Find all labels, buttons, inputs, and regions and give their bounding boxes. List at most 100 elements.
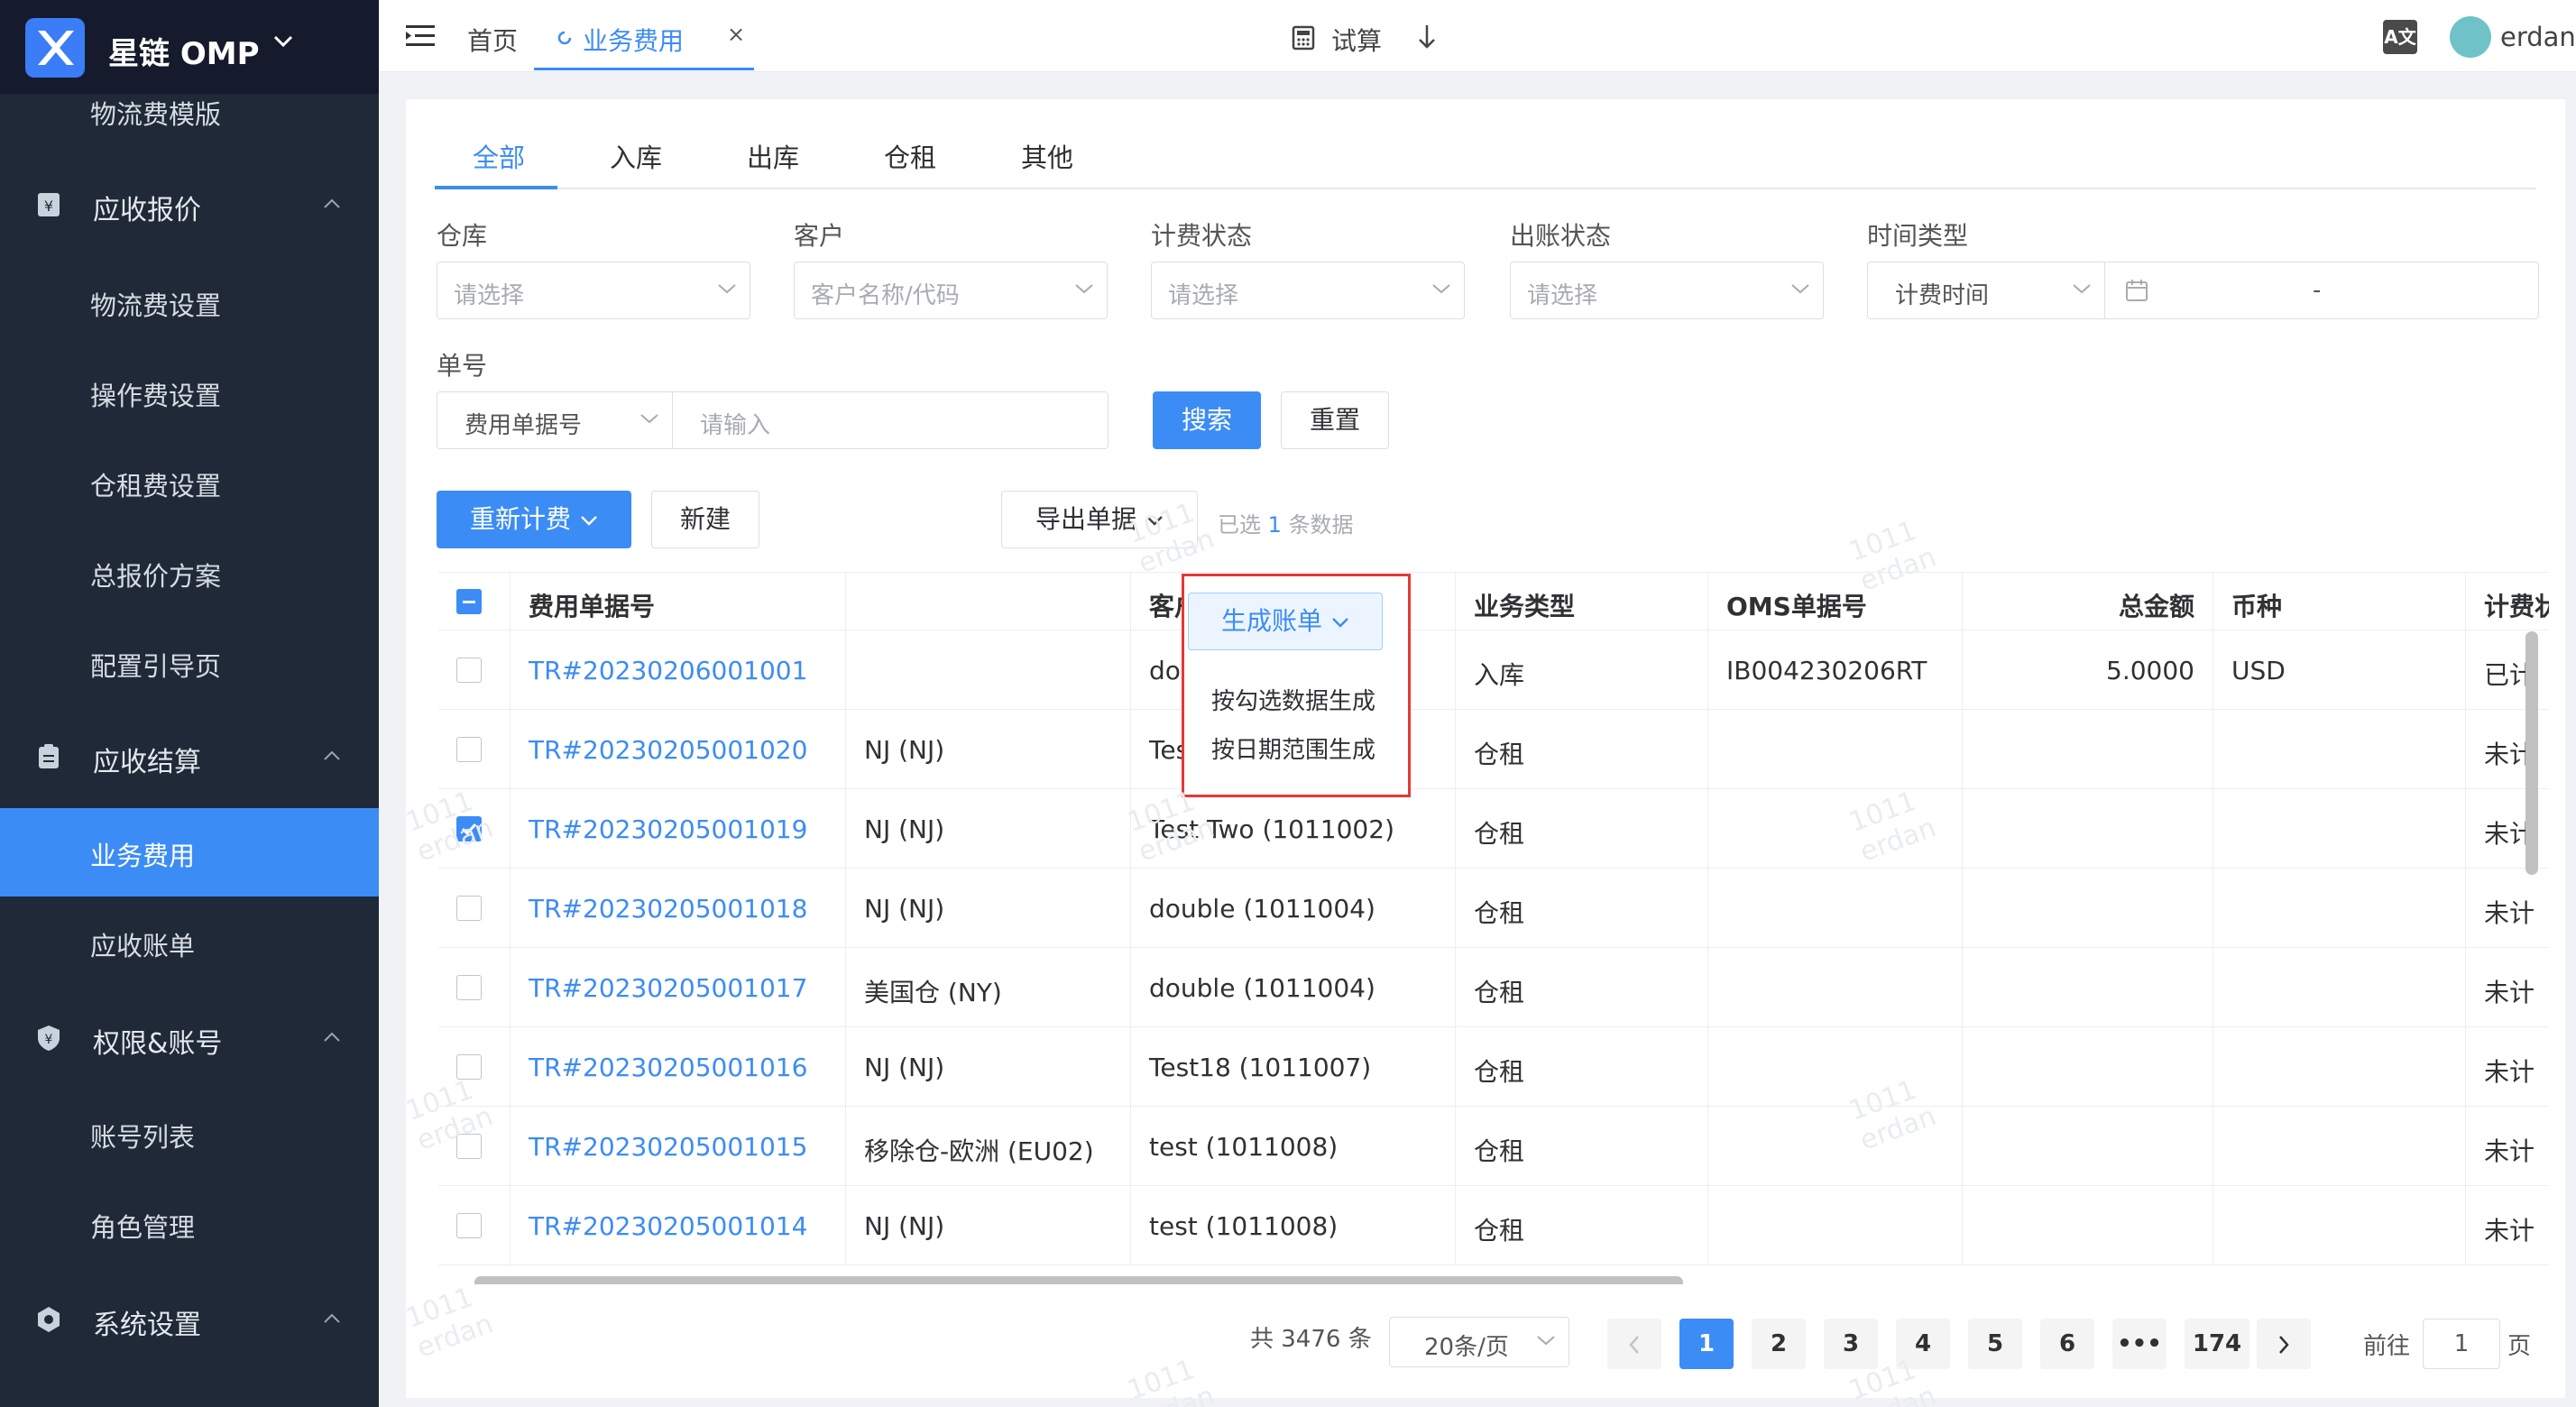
page-button[interactable]: 6 [2040,1319,2094,1369]
prev-page-button[interactable] [1607,1319,1661,1369]
chevron-down-icon[interactable] [272,34,294,49]
sidebar-item-storage-fee[interactable]: 仓租费设置 [0,438,379,527]
sidebar-item-role-management[interactable]: 角色管理 [0,1180,379,1268]
time-type-select[interactable]: 计费时间 [1867,262,2105,319]
tab-business-fees[interactable]: 业务费用 × [534,0,754,70]
clipboard-icon [39,744,59,768]
calc-button[interactable]: 试算 [1331,22,1382,58]
table-row[interactable]: TR#20230205001014 NJ (NJ) test (1011008) 仓租… [438,1186,2549,1265]
chevron-down-icon [718,284,736,294]
sidebar-item-logistics-fee[interactable]: 物流费设置 [0,258,379,346]
close-icon[interactable]: × [727,22,745,47]
fee-number-link[interactable]: TR#20230205001019 [529,814,807,844]
search-button[interactable]: 搜索 [1153,391,1261,449]
page-button[interactable]: 2 [1752,1319,1806,1369]
table-row[interactable]: TR#20230205001020NJ (NJ)Test One (101100… [438,710,2549,789]
menu-item-by-selection[interactable]: 按勾选数据生成 [1211,683,1375,716]
table-row[interactable]: TR#20230205001018 NJ (NJ) double (1011004)… [438,869,2549,948]
tab-home[interactable]: 首页 [467,22,518,58]
username[interactable]: erdan [2500,22,2576,52]
sidebar-item-operation-fee[interactable]: 操作费设置 [0,348,379,437]
sidebar-item-business-fees[interactable]: 业务费用 [0,808,379,897]
tab-all[interactable]: 全部 [473,137,525,175]
sidebar-item-config-guide[interactable]: 配置引导页 [0,619,379,707]
select-all-checkbox[interactable] [456,589,482,614]
warehouse-select[interactable]: 请选择 [437,262,750,319]
reset-button[interactable]: 重置 [1281,391,1389,449]
sidebar-group-permissions[interactable]: ¥ 权限&账号 [0,994,379,1084]
cell-text: NJ (NJ) [864,735,945,765]
download-icon[interactable] [1416,23,1438,51]
date-range-picker[interactable]: - [2104,262,2539,319]
generate-bill-dropdown: 生成账单 按勾选数据生成 按日期范围生成 [1182,574,1411,797]
page-size-select[interactable]: 20条/页 [1389,1317,1569,1367]
translate-icon[interactable]: A文 [2383,20,2417,54]
page-button[interactable]: 174 [2185,1319,2249,1369]
tab-other[interactable]: 其他 [1021,137,1073,175]
fee-number-link[interactable]: TR#20230205001018 [529,894,807,924]
row-checkbox[interactable] [456,658,482,683]
fee-number-link[interactable]: TR#20230205001020 [529,735,807,765]
bill-status-select[interactable]: 请选择 [1510,262,1824,319]
sidebar-group-system-settings[interactable]: 系统设置 [0,1275,379,1366]
goto-page-input[interactable]: 1 [2423,1319,2500,1369]
calculator-icon[interactable] [1292,25,1315,51]
menu-fold-icon[interactable] [406,23,435,49]
sidebar-item-logistics-template[interactable]: 物流费模版 [90,94,221,132]
chevron-down-icon [1332,618,1348,628]
row-checkbox[interactable] [456,1213,482,1238]
table-cell [438,710,511,788]
cell-text: 未计 [2484,1136,2535,1166]
table-row[interactable]: TR#20230205001017 美国仓 (NY) double (1011004… [438,948,2549,1027]
row-checkbox[interactable] [456,896,482,921]
fee-number-link[interactable]: TR#20230205001015 [529,1132,807,1162]
sidebar-group-receivable-quote[interactable]: ¥ 应收报价 [0,161,379,251]
billing-status-select[interactable]: 请选择 [1151,262,1465,319]
tab-storage[interactable]: 仓租 [884,137,936,175]
brand-bar[interactable]: 星链 OMP [0,0,379,94]
menu-item-by-date-range[interactable]: 按日期范围生成 [1211,731,1375,765]
table-cell: TR#20230205001019 [511,789,846,868]
tab-outbound[interactable]: 出库 [747,137,799,175]
fee-number-link[interactable]: TR#20230205001014 [529,1211,807,1241]
sidebar-item-account-list[interactable]: 账号列表 [0,1090,379,1178]
table-row[interactable]: TR#20230205001016 NJ (NJ) Test18 (1011007)… [438,1027,2549,1107]
table-header-cell [846,573,1131,630]
fee-number-link[interactable]: TR#20230206001001 [529,656,807,685]
fee-number-link[interactable]: TR#20230205001016 [529,1053,807,1082]
cell-text: 仓租 [1474,898,1525,928]
number-input[interactable]: 请输入 [672,391,1109,449]
table-header-cell: 费用单据号 [511,573,846,630]
row-checkbox[interactable] [456,975,482,1000]
next-page-button[interactable] [2257,1319,2311,1369]
vertical-scrollbar[interactable] [2525,631,2538,875]
table-cell [1708,948,1963,1026]
avatar[interactable] [2450,16,2491,58]
number-type-select[interactable]: 费用单据号 [437,391,673,449]
recalculate-button[interactable]: 重新计费 [437,491,631,548]
fee-number-link[interactable]: TR#20230205001017 [529,973,807,1003]
generate-bill-button[interactable]: 生成账单 [1188,593,1383,650]
page-button[interactable]: 5 [1968,1319,2022,1369]
table-header-cell: 业务类型 [1456,573,1708,630]
new-button[interactable]: 新建 [651,491,759,548]
page-suffix: 页 [2507,1333,2532,1360]
tab-inbound[interactable]: 入库 [610,137,662,175]
table-cell: 仓租 [1456,1107,1708,1185]
chevron-up-icon [324,1313,340,1323]
row-checkbox[interactable] [456,737,482,762]
table-row[interactable]: TR#20230205001019 NJ (NJ) Test Two (101100… [438,789,2549,869]
refresh-icon[interactable] [556,29,574,47]
sidebar-item-quote-plan[interactable]: 总报价方案 [0,529,379,617]
table-row[interactable]: TR#20230206001001double (1011004)入库IB004… [438,630,2549,710]
sidebar-group-receivable-settlement[interactable]: 应收结算 [0,713,379,803]
page-button[interactable]: 3 [1824,1319,1878,1369]
horizontal-scrollbar[interactable] [474,1276,1683,1284]
page-button[interactable]: ••• [2112,1319,2167,1369]
page-button[interactable]: 1 [1679,1319,1734,1369]
table-cell [1963,789,2213,868]
table-row[interactable]: TR#20230205001015 移除仓-欧洲 (EU02) test (1011… [438,1107,2549,1186]
sidebar-item-receivable-bills[interactable]: 应收账单 [0,898,379,987]
customer-select[interactable]: 客户名称/代码 [794,262,1108,319]
chevron-right-icon [2279,1335,2289,1354]
